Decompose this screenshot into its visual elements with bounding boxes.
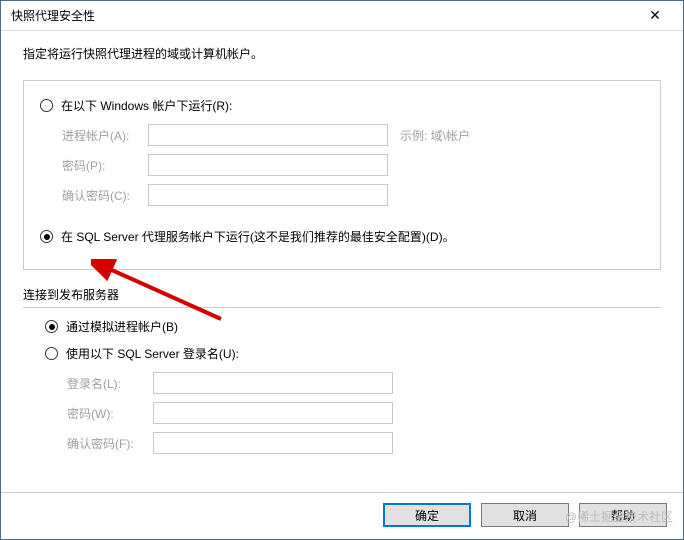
radio-impersonate-row[interactable]: 通过模拟进程帐户(B): [45, 318, 661, 335]
process-account-input[interactable]: [148, 124, 388, 146]
run-as-group: 在以下 Windows 帐户下运行(R): 进程帐户(A): 示例: 域\帐户 …: [23, 80, 661, 270]
confirm-password-input[interactable]: [148, 184, 388, 206]
process-account-hint: 示例: 域\帐户: [400, 127, 470, 144]
radio-sql-agent-label: 在 SQL Server 代理服务帐户下运行(这不是我们推荐的最佳安全配置)(D…: [61, 228, 455, 245]
connect-confirm-label: 确认密码(F):: [67, 435, 153, 452]
cancel-button[interactable]: 取消: [481, 503, 569, 527]
dialog-title: 快照代理安全性: [11, 7, 635, 24]
password-input[interactable]: [148, 154, 388, 176]
radio-sql-login-row[interactable]: 使用以下 SQL Server 登录名(U):: [45, 345, 661, 362]
close-button[interactable]: ✕: [635, 2, 675, 30]
confirm-password-row: 确认密码(C):: [62, 184, 644, 206]
connect-password-row: 密码(W):: [67, 402, 661, 424]
process-account-row: 进程帐户(A): 示例: 域\帐户: [62, 124, 644, 146]
radio-sql-agent-row[interactable]: 在 SQL Server 代理服务帐户下运行(这不是我们推荐的最佳安全配置)(D…: [40, 228, 644, 245]
instruction-text: 指定将运行快照代理进程的域或计算机帐户。: [23, 45, 661, 62]
login-input[interactable]: [153, 372, 393, 394]
connect-section-label: 连接到发布服务器: [23, 286, 661, 303]
radio-sql-login-label: 使用以下 SQL Server 登录名(U):: [66, 345, 239, 362]
close-icon: ✕: [649, 7, 661, 24]
help-button[interactable]: 帮助: [579, 503, 667, 527]
connect-password-input[interactable]: [153, 402, 393, 424]
process-account-label: 进程帐户(A):: [62, 127, 148, 144]
radio-sql-login[interactable]: [45, 347, 58, 360]
confirm-password-label: 确认密码(C):: [62, 187, 148, 204]
login-label: 登录名(L):: [67, 375, 153, 392]
password-row: 密码(P):: [62, 154, 644, 176]
ok-button[interactable]: 确定: [383, 503, 471, 527]
titlebar: 快照代理安全性 ✕: [1, 1, 683, 31]
section-divider: [23, 307, 661, 308]
radio-windows-account-label: 在以下 Windows 帐户下运行(R):: [61, 97, 232, 114]
login-row: 登录名(L):: [67, 372, 661, 394]
connect-password-label: 密码(W):: [67, 405, 153, 422]
radio-windows-account-row[interactable]: 在以下 Windows 帐户下运行(R):: [40, 97, 644, 114]
dialog-content: 指定将运行快照代理进程的域或计算机帐户。 在以下 Windows 帐户下运行(R…: [1, 31, 683, 454]
connect-confirm-row: 确认密码(F):: [67, 432, 661, 454]
connect-options: 通过模拟进程帐户(B) 使用以下 SQL Server 登录名(U): 登录名(…: [45, 318, 661, 454]
radio-sql-agent[interactable]: [40, 230, 53, 243]
radio-impersonate[interactable]: [45, 320, 58, 333]
button-bar: 确定 取消 帮助 @稀土掘金技术社区: [1, 492, 683, 539]
dialog-window: 快照代理安全性 ✕ 指定将运行快照代理进程的域或计算机帐户。 在以下 Windo…: [0, 0, 684, 540]
password-label: 密码(P):: [62, 157, 148, 174]
connect-confirm-input[interactable]: [153, 432, 393, 454]
radio-windows-account[interactable]: [40, 99, 53, 112]
radio-impersonate-label: 通过模拟进程帐户(B): [66, 318, 178, 335]
